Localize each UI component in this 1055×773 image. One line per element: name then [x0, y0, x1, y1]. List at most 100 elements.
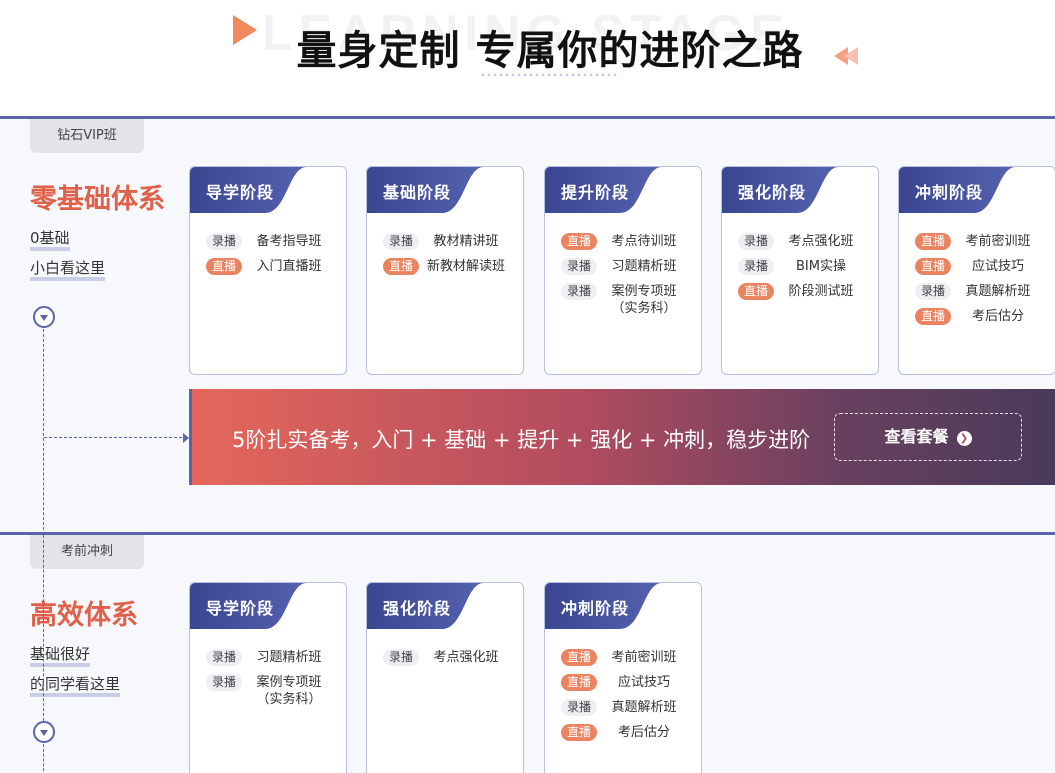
- live-badge: 直播: [915, 308, 951, 325]
- stage-title: 强化阶段: [383, 599, 452, 618]
- course-name: 考点待训班: [611, 234, 677, 249]
- arrow-right-icon: ❯: [956, 431, 972, 446]
- course-row[interactable]: 录播 案例专项班 （实务科）: [190, 674, 346, 708]
- course-list: 录播 教材精讲班 直播 新教材解读班: [367, 213, 523, 275]
- stage-card[interactable]: 冲刺阶段 直播 考前密训班 直播 应试技巧 录播 真题解析班 直播 考后估分: [898, 166, 1055, 375]
- course-row[interactable]: 录播 考点强化班: [722, 233, 878, 250]
- course-name: 入门直播班: [256, 259, 322, 274]
- stage-title: 冲刺阶段: [561, 599, 630, 618]
- course-name: 案例专项班 （实务科）: [256, 675, 322, 707]
- course-list: 直播 考点待训班 录播 习题精析班 录播 案例专项班 （实务科）: [545, 213, 701, 317]
- system-title: 高效体系: [30, 600, 138, 631]
- recorded-badge: 录播: [383, 233, 419, 250]
- live-badge: 直播: [561, 649, 597, 666]
- system-desc-line: 基础很好: [30, 643, 91, 667]
- system-desc-line: 0基础: [30, 227, 70, 251]
- stage-card[interactable]: 冲刺阶段 直播 考前密训班 直播 应试技巧 录播 真题解析班 直播 考后估分: [544, 582, 702, 773]
- stage-card[interactable]: 提升阶段 直播 考点待训班 录播 习题精析班 录播 案例专项班 （实务科）: [544, 166, 702, 375]
- recorded-badge: 录播: [738, 233, 774, 250]
- course-row[interactable]: 录播 备考指导班: [190, 233, 346, 250]
- stage-card-header: 冲刺阶段: [545, 583, 701, 629]
- section-tab-vip[interactable]: 钻石VIP班: [30, 119, 144, 153]
- recorded-badge: 录播: [561, 699, 597, 716]
- timeline-connector: [44, 437, 187, 438]
- stage-title: 基础阶段: [383, 183, 452, 202]
- recorded-badge: 录播: [383, 649, 419, 666]
- recorded-badge: 录播: [206, 233, 242, 250]
- course-list: 录播 习题精析班 录播 案例专项班 （实务科）: [190, 629, 346, 708]
- course-row[interactable]: 录播 BIM实操: [722, 258, 878, 275]
- recorded-badge: 录播: [561, 258, 597, 275]
- course-row[interactable]: 录播 教材精讲班: [367, 233, 523, 250]
- course-row[interactable]: 录播 案例专项班 （实务科）: [545, 283, 701, 317]
- stage-card[interactable]: 强化阶段 录播 考点强化班 录播 BIM实操 直播 阶段测试班: [721, 166, 879, 375]
- recorded-badge: 录播: [738, 258, 774, 275]
- system-desc-line: 小白看这里: [30, 257, 106, 281]
- live-badge: 直播: [915, 258, 951, 275]
- stage-card-header: 冲刺阶段: [899, 167, 1055, 213]
- course-name: 应试技巧: [971, 259, 1024, 274]
- section-sprint: 考前冲刺 高效体系 基础很好 的同学看这里 导学阶段 录播 习题精析班 录播 案例专项班…: [0, 532, 1055, 773]
- stage-title: 提升阶段: [561, 183, 630, 202]
- course-list: 录播 考点强化班: [367, 629, 523, 666]
- course-row[interactable]: 录播 习题精析班: [190, 649, 346, 666]
- banner-text: 5阶扎实备考，入门 + 基础 + 提升 + 强化 + 冲刺，稳步进阶: [232, 428, 811, 452]
- course-name: 考前密训班: [611, 650, 677, 665]
- timeline-line: [43, 535, 44, 721]
- course-row[interactable]: 录播 真题解析班: [899, 283, 1055, 300]
- stage-card[interactable]: 导学阶段 录播 习题精析班 录播 案例专项班 （实务科）: [189, 582, 347, 773]
- stage-title: 导学阶段: [206, 599, 275, 618]
- course-name: 考后估分: [971, 309, 1024, 324]
- live-badge: 直播: [206, 258, 242, 275]
- course-row[interactable]: 直播 考后估分: [899, 308, 1055, 325]
- course-name: BIM实操: [796, 259, 846, 274]
- course-name: 真题解析班: [965, 284, 1031, 299]
- course-row[interactable]: 录播 真题解析班: [545, 699, 701, 716]
- course-name: 教材精讲班: [433, 234, 499, 249]
- course-row[interactable]: 直播 考前密训班: [545, 649, 701, 666]
- stage-card-header: 基础阶段: [367, 167, 523, 213]
- view-package-button[interactable]: 查看套餐 ❯: [834, 413, 1022, 461]
- stage-card-header: 导学阶段: [190, 583, 346, 629]
- page-title: 量身定制 专属你的进阶之路: [296, 28, 804, 74]
- course-name: 应试技巧: [617, 675, 670, 690]
- stage-card[interactable]: 基础阶段 录播 教材精讲班 直播 新教材解读班: [366, 166, 524, 375]
- live-badge: 直播: [561, 674, 597, 691]
- stage-title: 冲刺阶段: [915, 183, 984, 202]
- recorded-badge: 录播: [206, 649, 242, 666]
- stage-card-header: 导学阶段: [190, 167, 346, 213]
- package-banner: 5阶扎实备考，入门 + 基础 + 提升 + 强化 + 冲刺，稳步进阶 查看套餐 ❯: [189, 389, 1055, 485]
- live-badge: 直播: [561, 724, 597, 741]
- course-row[interactable]: 直播 入门直播班: [190, 258, 346, 275]
- course-row[interactable]: 直播 考后估分: [545, 724, 701, 741]
- title-dots-decoration: [480, 72, 620, 78]
- course-row[interactable]: 直播 应试技巧: [899, 258, 1055, 275]
- course-name: 考点强化班: [788, 234, 854, 249]
- section-tab-sprint[interactable]: 考前冲刺: [30, 535, 144, 569]
- recorded-badge: 录播: [206, 674, 242, 691]
- course-name: 备考指导班: [256, 234, 322, 249]
- live-badge: 直播: [738, 283, 774, 300]
- course-name: 考前密训班: [965, 234, 1031, 249]
- stage-card[interactable]: 强化阶段录播 考点强化班: [366, 582, 524, 773]
- chevron-down-icon: [33, 306, 55, 328]
- stage-card-header: 提升阶段: [545, 167, 701, 213]
- course-row[interactable]: 录播 考点强化班: [367, 649, 523, 666]
- stage-title: 强化阶段: [738, 183, 807, 202]
- course-row[interactable]: 直播 应试技巧: [545, 674, 701, 691]
- stage-card-header: 强化阶段: [367, 583, 523, 629]
- course-row[interactable]: 直播 考前密训班: [899, 233, 1055, 250]
- course-name: 习题精析班: [256, 650, 322, 665]
- recorded-badge: 录播: [561, 283, 597, 300]
- live-badge: 直播: [561, 233, 597, 250]
- course-list: 直播 考前密训班 直播 应试技巧 录播 真题解析班 直播 考后估分: [899, 213, 1055, 325]
- course-row[interactable]: 直播 阶段测试班: [722, 283, 878, 300]
- course-row[interactable]: 直播 考点待训班: [545, 233, 701, 250]
- course-row[interactable]: 直播 新教材解读班: [367, 258, 523, 275]
- course-name: 阶段测试班: [788, 284, 854, 299]
- course-row[interactable]: 录播 习题精析班: [545, 258, 701, 275]
- chevron-down-icon: [33, 721, 55, 743]
- course-list: 录播 备考指导班 直播 入门直播班: [190, 213, 346, 275]
- stage-card[interactable]: 导学阶段 录播 备考指导班 直播 入门直播班: [189, 166, 347, 375]
- page-header: LEARNING STAGE 量身定制 专属你的进阶之路: [0, 0, 1055, 100]
